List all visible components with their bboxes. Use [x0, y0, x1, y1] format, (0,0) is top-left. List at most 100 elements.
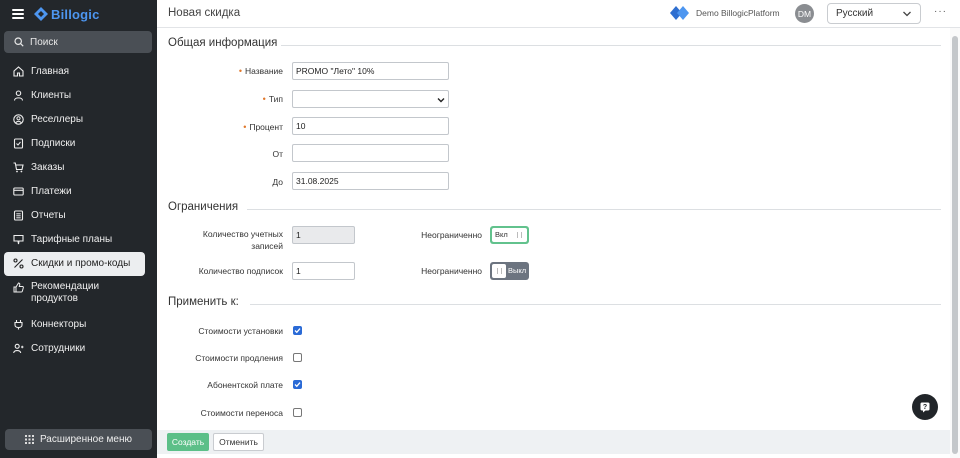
sidebar-item-discounts[interactable]: Скидки и промо-коды	[4, 252, 145, 276]
section-divider	[281, 45, 941, 46]
user-circle-icon	[13, 114, 24, 125]
help-button[interactable]: ?	[912, 394, 938, 420]
sidebar-item-label: Платежи	[31, 186, 72, 197]
section-title-general: Общая информация	[168, 37, 278, 49]
apply-option-label: Стоимости установки	[198, 326, 283, 336]
required-marker: •	[243, 122, 247, 132]
extended-menu-label: Расширенное меню	[39, 434, 133, 445]
scrollbar-thumb[interactable]	[952, 36, 958, 454]
hamburger-icon[interactable]	[12, 9, 24, 19]
to-date-input[interactable]: 31.08.2025	[292, 172, 449, 190]
search-icon	[14, 37, 24, 47]
user-icon	[13, 90, 24, 101]
sidebar-item-staff[interactable]: Сотрудники	[0, 337, 157, 361]
section-divider	[250, 304, 941, 305]
cancel-button[interactable]: Отменить	[213, 433, 264, 451]
required-marker: •	[238, 66, 243, 76]
toggle-knob	[492, 264, 506, 278]
sidebar-nav: Главная Клиенты Реселлеры Подписки Заказ…	[0, 60, 157, 361]
sidebar-item-label: Тарифные планы	[31, 234, 113, 245]
sidebar-item-label: Клиенты	[31, 90, 72, 101]
apply-option-checkbox[interactable]	[293, 408, 302, 417]
brand-name: Billogic	[51, 6, 100, 22]
sidebar-item-label: Сотрудники	[31, 343, 86, 354]
sidebar-item-resellers[interactable]: Реселлеры	[0, 108, 157, 132]
create-button[interactable]: Создать	[167, 433, 209, 451]
sidebar-item-clients[interactable]: Клиенты	[0, 84, 157, 108]
extended-menu-button[interactable]: Расширенное меню	[5, 429, 152, 450]
sidebar-search[interactable]: Поиск	[4, 31, 152, 53]
name-label: • Название	[227, 66, 283, 76]
accounts-count-label-line2: записей	[251, 241, 283, 251]
accounts-count-label-line1: Количество учетных	[202, 229, 283, 239]
sidebar-item-reports[interactable]: Отчеты	[0, 204, 157, 228]
unlimited-subscriptions-toggle[interactable]: Выкл	[490, 262, 529, 280]
sidebar: Billogic Поиск Главная Клиенты Реселлеры…	[0, 0, 157, 458]
svg-text:?: ?	[923, 404, 927, 411]
sidebar-item-label: Скидки и промо-коды	[31, 258, 131, 269]
platform-switcher[interactable]: Demo BillogicPlatform	[670, 6, 780, 20]
home-icon	[13, 66, 24, 77]
sidebar-item-label: Реселлеры	[31, 114, 84, 125]
staff-icon	[13, 343, 24, 354]
name-input[interactable]: PROMO "Лето" 10%	[292, 62, 449, 80]
subscription-icon	[13, 138, 24, 149]
thumbs-up-icon	[13, 282, 24, 293]
from-label: От	[272, 149, 283, 159]
section-divider	[247, 209, 941, 210]
percent-icon	[13, 258, 24, 269]
platform-logo-icon	[670, 6, 689, 20]
apply-option-checkbox[interactable]	[293, 326, 302, 335]
percent-label: • Процент	[227, 122, 283, 132]
toggle-knob	[512, 228, 526, 242]
apply-option-label: Абонентской плате	[207, 380, 283, 390]
unlimited-accounts-toggle[interactable]: Вкл	[490, 226, 529, 244]
form-footer: Создать Отменить	[157, 430, 950, 454]
sidebar-item-home[interactable]: Главная	[0, 60, 157, 84]
language-value: Русский	[836, 8, 874, 19]
report-icon	[13, 210, 24, 221]
scrollbar[interactable]	[950, 28, 960, 458]
type-select[interactable]	[292, 90, 449, 108]
name-label-text: Название	[245, 66, 283, 76]
sidebar-item-label-line2: продуктов	[31, 293, 78, 304]
logo-row: Billogic	[0, 0, 157, 28]
more-menu-button[interactable]: ···	[934, 6, 947, 17]
section-title-apply: Применить к:	[168, 296, 239, 308]
card-icon	[13, 187, 24, 196]
percent-input[interactable]: 10	[292, 117, 449, 135]
accounts-count-label: Количество учетных записей	[177, 228, 283, 252]
sidebar-item-label: Рекомендации продуктов	[31, 281, 99, 305]
sidebar-item-connectors[interactable]: Коннекторы	[0, 313, 157, 337]
main-content: Общая информация • Название PROMO "Лето" …	[157, 28, 960, 458]
sidebar-item-label: Главная	[31, 66, 70, 77]
apply-option-checkbox[interactable]	[293, 353, 302, 362]
page-title: Новая скидка	[168, 7, 241, 19]
unlimited-subscriptions-label: Неограниченно	[421, 266, 482, 276]
chevron-down-icon	[437, 98, 445, 103]
sidebar-item-label: Подписки	[31, 138, 76, 149]
sidebar-item-payments[interactable]: Платежи	[0, 180, 157, 204]
connector-icon	[14, 320, 23, 330]
sidebar-item-orders[interactable]: Заказы	[0, 156, 157, 180]
accounts-count-input[interactable]: 1	[292, 226, 355, 244]
language-select[interactable]: Русский	[827, 3, 921, 24]
unlimited-accounts-label: Неограниченно	[421, 230, 482, 240]
sidebar-item-recommendations[interactable]: Рекомендации продуктов	[0, 276, 157, 313]
type-label: • Тип	[227, 94, 283, 104]
grid-icon	[24, 435, 34, 444]
subscriptions-count-input[interactable]: 1	[292, 262, 355, 280]
topbar: Новая скидка Demo BillogicPlatform DM Ру…	[157, 0, 960, 28]
platform-name: Demo BillogicPlatform	[696, 8, 780, 18]
from-date-input[interactable]	[292, 144, 449, 162]
apply-option-label: Стоимости продления	[195, 353, 283, 363]
subscriptions-count-label: Количество подписок	[198, 266, 283, 276]
required-marker: •	[262, 94, 266, 104]
plans-icon	[13, 234, 24, 245]
apply-option-checkbox[interactable]	[293, 380, 302, 389]
check-icon	[294, 382, 301, 388]
sidebar-item-subscriptions[interactable]: Подписки	[0, 132, 157, 156]
sidebar-item-plans[interactable]: Тарифные планы	[0, 228, 157, 252]
avatar[interactable]: DM	[795, 4, 814, 23]
toggle-on-label: Вкл	[495, 230, 508, 239]
